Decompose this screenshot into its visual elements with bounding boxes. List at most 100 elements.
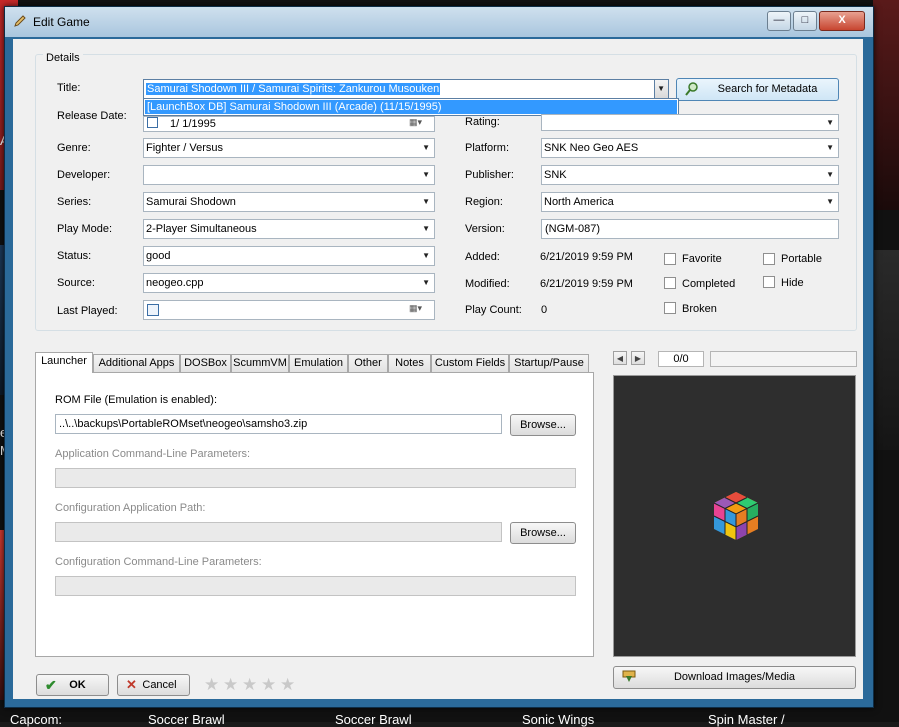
title-value: Samurai Shodown III / Samurai Spirits: Z… (146, 83, 441, 95)
star-icon[interactable]: ★ (204, 676, 219, 693)
broken-checkbox[interactable] (664, 302, 676, 314)
star-icon[interactable]: ★ (223, 676, 238, 693)
rating-combo[interactable]: ▼ (541, 114, 839, 131)
tab-startup-pause[interactable]: Startup/Pause (509, 354, 589, 372)
minimize-button[interactable]: — (767, 11, 791, 31)
tab-custom-fields[interactable]: Custom Fields (431, 354, 509, 372)
tab-emulation[interactable]: Emulation (289, 354, 348, 372)
app-command-line-label: Application Command-Line Parameters: (55, 448, 251, 460)
launchbox-cube-icon (712, 490, 760, 545)
image-prev-button[interactable]: ◀ (613, 351, 627, 365)
hide-label[interactable]: Hide (781, 277, 804, 289)
portable-checkbox[interactable] (763, 253, 775, 265)
version-field[interactable]: (NGM-087) (541, 219, 839, 239)
title-suggestion-item[interactable]: [LaunchBox DB] Samurai Shodown III (Arca… (145, 100, 677, 114)
chevron-down-icon: ▼ (826, 143, 834, 152)
search-metadata-button[interactable]: Search for Metadata (676, 78, 839, 101)
tab-additional-apps[interactable]: Additional Apps (93, 354, 180, 372)
chevron-down-icon: ▼ (422, 197, 430, 206)
chevron-down-icon: ▼ (422, 143, 430, 152)
tab-other[interactable]: Other (348, 354, 388, 372)
rom-browse-button[interactable]: Browse... (510, 414, 576, 436)
download-images-button[interactable]: Download Images/Media (613, 666, 856, 689)
tab-dosbox[interactable]: DOSBox (180, 354, 231, 372)
publisher-value: SNK (544, 169, 567, 181)
genre-label: Genre: (57, 142, 91, 154)
download-images-label: Download Images/Media (673, 671, 796, 683)
details-legend: Details (43, 52, 83, 64)
background-caption: Sonic Wings (522, 712, 595, 727)
series-value: Samurai Shodown (146, 196, 236, 208)
platform-combo[interactable]: SNK Neo Geo AES ▼ (541, 138, 839, 158)
release-date-picker[interactable]: 1/ 1/1995 (143, 116, 435, 132)
tab-notes[interactable]: Notes (388, 354, 431, 372)
region-combo[interactable]: North America ▼ (541, 192, 839, 212)
rom-file-field[interactable]: ..\..\backups\PortableROMset\neogeo\sams… (55, 414, 502, 434)
close-button[interactable]: X (819, 11, 865, 31)
favorite-checkbox[interactable] (664, 253, 676, 265)
developer-combo[interactable]: ▼ (143, 165, 435, 185)
star-icon[interactable]: ★ (261, 676, 276, 693)
star-icon[interactable]: ★ (280, 676, 295, 693)
image-caption-field (710, 351, 857, 367)
cancel-button[interactable]: ✕ Cancel (117, 674, 190, 696)
chevron-down-icon: ▼ (422, 224, 430, 233)
modified-value: 6/21/2019 9:59 PM (540, 278, 633, 290)
star-icon[interactable]: ★ (242, 676, 257, 693)
config-app-path-label: Configuration Application Path: (55, 502, 206, 514)
rating-label: Rating: (465, 116, 500, 128)
completed-checkbox[interactable] (664, 277, 676, 289)
maximize-button[interactable]: □ (793, 11, 817, 31)
background-caption: Soccer Brawl (335, 712, 412, 727)
config-browse-button[interactable]: Browse... (510, 522, 576, 544)
release-date-value: 1/ 1/1995 (170, 118, 216, 130)
chevron-down-icon: ▼ (422, 170, 430, 179)
ok-label: OK (69, 679, 86, 691)
image-next-button[interactable]: ▶ (631, 351, 645, 365)
last-played-picker[interactable] (143, 300, 435, 320)
calendar-icon[interactable]: ▦▾ (409, 117, 422, 128)
play-mode-combo[interactable]: 2-Player Simultaneous ▼ (143, 219, 435, 239)
calendar-icon[interactable]: ▦▾ (409, 303, 422, 314)
title-bar[interactable]: Edit Game — □ X (5, 7, 873, 37)
dialog-body: Details Title: Samurai Shodown III / Sam… (13, 39, 863, 699)
play-count-value: 0 (541, 304, 548, 316)
background-caption: Soccer Brawl (148, 712, 225, 727)
image-counter: 0/0 (658, 351, 704, 367)
broken-label[interactable]: Broken (682, 303, 717, 315)
window-title: Edit Game (33, 15, 90, 29)
release-date-checkbox[interactable] (147, 117, 158, 128)
play-count-label: Play Count: (465, 304, 522, 316)
genre-value: Fighter / Versus (146, 142, 224, 154)
image-preview[interactable] (613, 375, 856, 657)
rom-file-label: ROM File (Emulation is enabled): (55, 394, 218, 406)
chevron-down-icon: ▼ (826, 170, 834, 179)
status-combo[interactable]: good ▼ (143, 246, 435, 266)
ok-button[interactable]: ✔ OK (36, 674, 109, 696)
completed-label[interactable]: Completed (682, 278, 735, 290)
status-label: Status: (57, 250, 92, 262)
tab-launcher[interactable]: Launcher (35, 352, 93, 373)
chevron-down-icon: ▼ (422, 251, 430, 260)
favorite-label[interactable]: Favorite (682, 253, 722, 265)
play-mode-value: 2-Player Simultaneous (146, 223, 257, 235)
last-played-checkbox[interactable] (147, 304, 159, 316)
last-played-label: Last Played: (57, 305, 118, 317)
app-command-line-field (55, 468, 576, 488)
platform-value: SNK Neo Geo AES (544, 142, 639, 154)
series-combo[interactable]: Samurai Shodown ▼ (143, 192, 435, 212)
portable-label[interactable]: Portable (781, 253, 822, 265)
publisher-label: Publisher: (465, 169, 514, 181)
config-command-line-field (55, 576, 576, 596)
title-combo-arrow[interactable]: ▼ (654, 79, 669, 99)
developer-label: Developer: (57, 169, 111, 181)
source-combo[interactable]: neogeo.cpp ▼ (143, 273, 435, 293)
genre-combo[interactable]: Fighter / Versus ▼ (143, 138, 435, 158)
publisher-combo[interactable]: SNK ▼ (541, 165, 839, 185)
title-combo[interactable]: Samurai Shodown III / Samurai Spirits: Z… (143, 79, 667, 99)
hide-checkbox[interactable] (763, 276, 775, 288)
source-value: neogeo.cpp (146, 277, 204, 289)
tab-scummvm[interactable]: ScummVM (231, 354, 289, 372)
version-label: Version: (465, 223, 505, 235)
background-caption: Spin Master / (708, 712, 785, 727)
